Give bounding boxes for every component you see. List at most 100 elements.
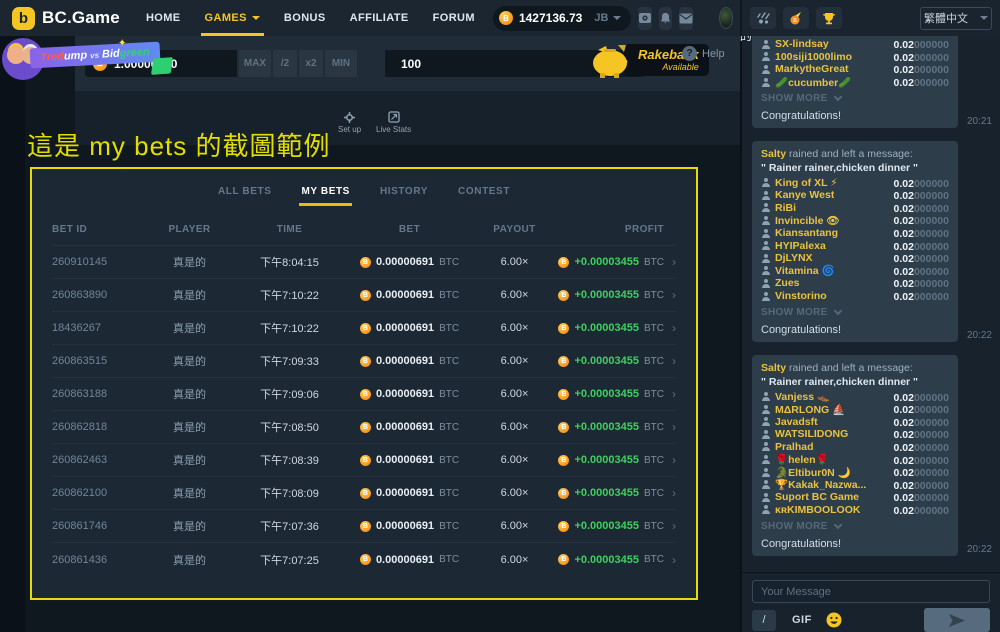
nav-item-forum[interactable]: FORUM (421, 0, 487, 36)
nav-item-bonus[interactable]: BONUS (272, 0, 338, 36)
table-row[interactable]: 260863890真是的下午7:10:220.00000691BTC6.00×+… (52, 279, 676, 312)
table-row[interactable]: 260862463真是的下午7:08:390.00000691BTC6.00×+… (52, 444, 676, 477)
help-button[interactable]: ? Help (682, 46, 725, 61)
column-header-time: TIME (237, 224, 342, 235)
profit-unit: BTC (644, 290, 664, 301)
recipient-name[interactable]: Javadsft (775, 416, 818, 428)
recipient-amount: 0.02000000 (894, 73, 949, 91)
brand-logo[interactable]: b BC.Game (0, 7, 134, 30)
vault-button[interactable] (638, 7, 652, 30)
recipient-name[interactable]: 🥒cucumber🥒 (775, 76, 851, 89)
recipient-name[interactable]: Vanjess 👞 (775, 390, 830, 403)
recipient-name[interactable]: 🏆Kakak_Nazwa... (775, 478, 866, 491)
nav-item-home[interactable]: HOME (134, 0, 193, 36)
recipient-name[interactable]: Zues (775, 277, 800, 289)
min-button[interactable]: MIN (325, 50, 357, 77)
recipient-name[interactable]: 🐊Eltibur0N 🌙 (775, 466, 851, 479)
tab-my-bets[interactable]: MY BETS (299, 182, 351, 206)
show-more-button[interactable]: SHOW MORE (761, 307, 949, 318)
bet-value: 0.00000691 (376, 322, 434, 334)
column-header-player: PLAYER (142, 224, 237, 235)
recipient-name[interactable]: Vitamina 🌀 (775, 264, 835, 277)
table-row[interactable]: 260863188真是的下午7:09:060.00000691BTC6.00×+… (52, 378, 676, 411)
recipient-name[interactable]: SX-lindsay (775, 38, 829, 50)
nav-item-games[interactable]: GAMES (193, 0, 272, 36)
recipient-name[interactable]: WATSILIDONG (775, 428, 848, 440)
person-icon (761, 392, 770, 401)
bet-profit: +0.00003455BTC (552, 388, 664, 400)
double-button[interactable]: x2 (299, 50, 323, 77)
chat-message-input[interactable]: Your Message (752, 580, 990, 603)
recipient-name[interactable]: DjLYNX (775, 252, 813, 264)
bc-game-app: b BC.Game HOMEGAMESBONUSAFFILIATEFORUM 1… (0, 0, 1000, 632)
show-more-button[interactable]: SHOW MORE (761, 93, 949, 104)
max-button[interactable]: MAX (239, 50, 271, 77)
recipient-name[interactable]: MarkytheGreat (775, 63, 849, 75)
tab-all-bets[interactable]: ALL BETS (216, 182, 274, 206)
recipient-name[interactable]: ᴋʀKIMBOOLOOK (775, 504, 860, 516)
recipient-name[interactable]: King of XL ⚡ (775, 177, 838, 189)
promo-banner[interactable]: TredumpvsBidgreen ✦ (0, 38, 180, 82)
rain-sender[interactable]: Salty (761, 362, 786, 374)
recipient-name[interactable]: Kanye West (775, 189, 834, 201)
messages-button[interactable] (679, 7, 693, 30)
message-footer: Congratulations! (761, 538, 949, 550)
table-row[interactable]: 18436267真是的下午7:10:220.00000691BTC6.00×+0… (52, 312, 676, 345)
half-button[interactable]: /2 (273, 50, 297, 77)
bet-unit: BTC (439, 323, 459, 334)
balance-dropdown[interactable]: 1427136.73 JB (493, 6, 631, 31)
rakeback-subtitle: Available (638, 62, 699, 72)
bet-amount: 0.00000691BTC (342, 454, 477, 466)
send-icon (949, 614, 965, 627)
rain-message-header: Salty rained and left a message: (761, 147, 949, 161)
bet-value: 0.00000691 (376, 454, 434, 466)
notifications-button[interactable] (659, 7, 672, 30)
recipient-name[interactable]: Invincible 👁 (775, 214, 840, 227)
recipient-name[interactable]: Pralhad (775, 441, 814, 453)
emoji-button[interactable] (826, 612, 842, 628)
bet-time: 下午7:10:22 (237, 320, 342, 336)
chevron-right-icon: › (664, 519, 676, 533)
rain-sender[interactable]: Salty (761, 148, 786, 160)
bell-icon (659, 12, 672, 25)
recipient-name[interactable]: 100siji1000limo (775, 51, 852, 63)
recipient-name[interactable]: MΔRLONG ⛵ (775, 403, 845, 416)
contest-button[interactable] (816, 7, 842, 29)
avatar (719, 7, 732, 29)
recipient-name[interactable]: 🌹helen🌹 (775, 453, 829, 466)
tab-contest[interactable]: CONTEST (456, 182, 512, 206)
coin-icon (558, 554, 569, 565)
table-row[interactable]: 260910145真是的下午8:04:150.00000691BTC6.00×+… (52, 246, 676, 279)
table-row[interactable]: 260862818真是的下午7:08:500.00000691BTC6.00×+… (52, 411, 676, 444)
recipient-name[interactable]: Suport BC Game (775, 491, 859, 503)
table-row[interactable]: 260862100真是的下午7:08:090.00000691BTC6.00×+… (52, 477, 676, 510)
bet-time: 下午7:09:06 (237, 386, 342, 402)
show-more-button[interactable]: SHOW MORE (761, 521, 949, 532)
chevron-right-icon: › (664, 420, 676, 434)
gif-button[interactable]: GIF (792, 614, 812, 626)
slash-commands-button[interactable]: / (752, 610, 776, 631)
tab-history[interactable]: HISTORY (378, 182, 430, 206)
top-bar: b BC.Game HOMEGAMESBONUSAFFILIATEFORUM 1… (0, 0, 1000, 36)
rain-button[interactable] (750, 7, 776, 29)
bet-player: 真是的 (142, 287, 237, 303)
message-timestamp: 20:21 (958, 116, 992, 128)
recipient-name[interactable]: Kiansantang (775, 227, 838, 239)
bet-amount: 0.00000691BTC (342, 487, 477, 499)
table-row[interactable]: 260861436真是的下午7:07:250.00000691BTC6.00×+… (52, 543, 676, 576)
rocket-pot-button[interactable]: B (783, 7, 809, 29)
table-row[interactable]: 260863515真是的下午7:09:330.00000691BTC6.00×+… (52, 345, 676, 378)
live-stats-button[interactable]: Live Stats (376, 111, 411, 134)
recipient-name[interactable]: HYIPalexa (775, 240, 826, 252)
setup-button[interactable]: Set up (338, 112, 361, 134)
language-select[interactable]: 繁體中文 (920, 7, 992, 30)
table-row[interactable]: 260861746真是的下午7:07:360.00000691BTC6.00×+… (52, 510, 676, 543)
bet-amount: 0.00000691BTC (342, 388, 477, 400)
coin-icon (558, 455, 569, 466)
bet-player: 真是的 (142, 452, 237, 468)
nav-item-affiliate[interactable]: AFFILIATE (338, 0, 421, 36)
send-button[interactable] (924, 608, 990, 632)
recipient-name[interactable]: Vinstorino (775, 290, 827, 302)
recipient-name[interactable]: RiBi (775, 202, 796, 214)
bet-profit: +0.00003455BTC (552, 454, 664, 466)
